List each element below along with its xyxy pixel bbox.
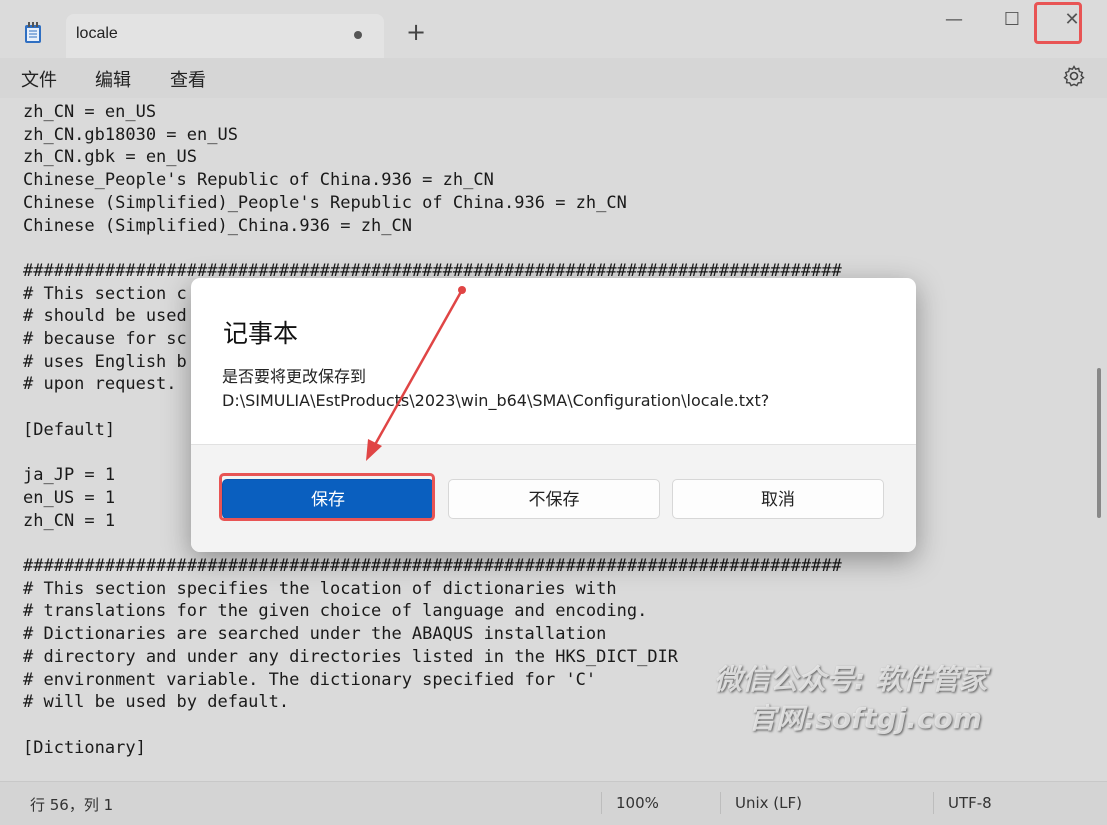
- menu-file[interactable]: 文件: [21, 66, 57, 92]
- tab-locale[interactable]: locale: [66, 14, 384, 58]
- status-encoding: UTF-8: [948, 794, 992, 812]
- menu-edit[interactable]: 编辑: [95, 66, 131, 92]
- maximize-button[interactable]: ☐: [990, 6, 1034, 34]
- vertical-scrollbar[interactable]: [1094, 98, 1107, 781]
- save-highlight-box: [219, 473, 435, 521]
- new-tab-button[interactable]: +: [406, 20, 426, 44]
- scrollbar-thumb[interactable]: [1097, 368, 1101, 518]
- dialog-message: 是否要将更改保存到 D:\SIMULIA\EstProducts\2023\wi…: [222, 367, 770, 410]
- status-bar: 行 56，列 1 100% Unix (LF) UTF-8: [0, 781, 1107, 825]
- close-highlight-box: [1034, 2, 1082, 44]
- status-zoom: 100%: [616, 794, 659, 812]
- status-position: 行 56，列 1: [30, 796, 114, 814]
- menu-bar: 文件 编辑 查看: [0, 58, 1107, 98]
- dont-save-button[interactable]: 不保存: [448, 479, 660, 519]
- menu-view[interactable]: 查看: [170, 66, 206, 92]
- cancel-button[interactable]: 取消: [672, 479, 884, 519]
- status-divider: [601, 792, 602, 814]
- status-divider: [720, 792, 721, 814]
- status-divider: [933, 792, 934, 814]
- gear-icon[interactable]: [1062, 64, 1086, 88]
- status-line-ending: Unix (LF): [735, 794, 802, 812]
- title-bar: locale + — ☐ ✕: [0, 0, 1107, 58]
- minimize-button[interactable]: —: [932, 6, 976, 34]
- tab-title: locale: [76, 25, 118, 42]
- unsaved-dot-icon[interactable]: [354, 31, 362, 39]
- notepad-icon: [25, 22, 41, 43]
- watermark-line-2: 官网:softgj.com: [748, 702, 982, 735]
- watermark-line-1: 微信公众号: 软件管家: [714, 663, 987, 696]
- dialog-title: 记事本: [223, 319, 299, 348]
